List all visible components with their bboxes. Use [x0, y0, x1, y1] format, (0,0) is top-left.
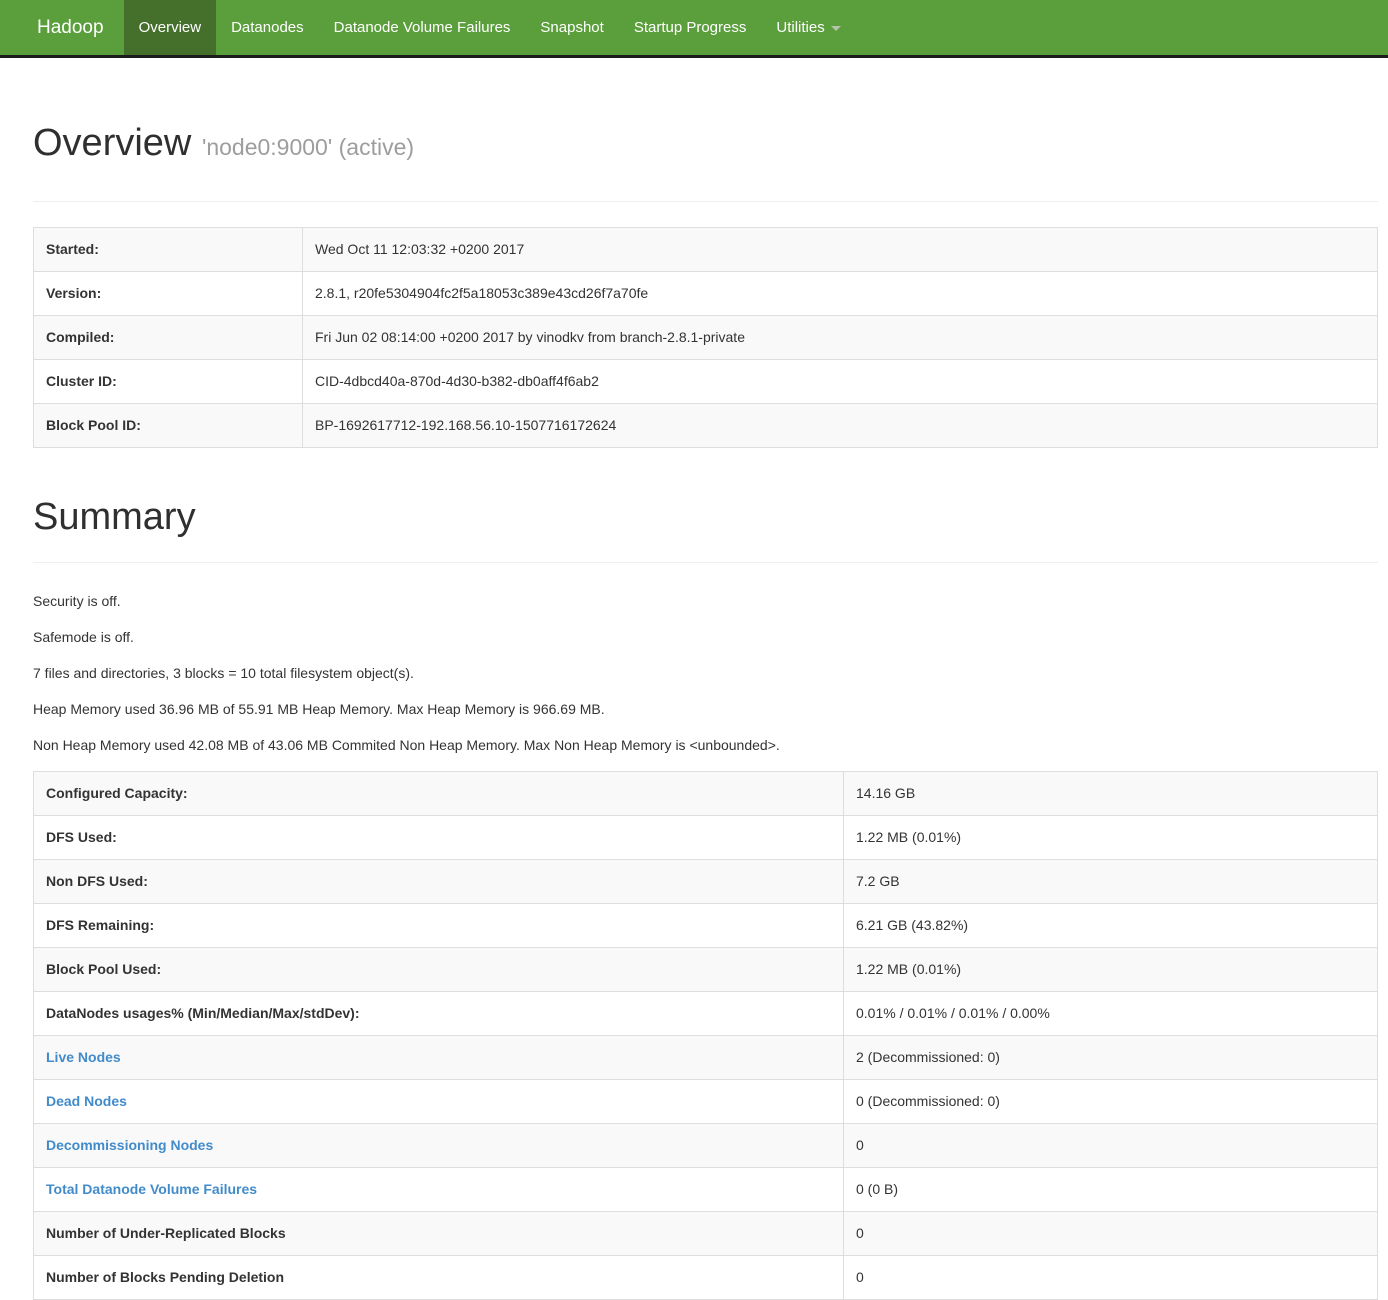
- row-label: DFS Remaining:: [34, 904, 844, 948]
- navbar-bottom-border: [0, 55, 1388, 58]
- table-row: Configured Capacity:14.16 GB: [34, 772, 1378, 816]
- row-label: Total Datanode Volume Failures: [34, 1168, 844, 1212]
- navbar-items: Overview Datanodes Datanode Volume Failure…: [124, 0, 856, 55]
- nav-item-label: Startup Progress: [634, 19, 747, 36]
- row-value: Fri Jun 02 08:14:00 +0200 2017 by vinodk…: [303, 316, 1378, 360]
- table-row: Version:2.8.1, r20fe5304904fc2f5a18053c3…: [34, 272, 1378, 316]
- row-value: 0: [844, 1124, 1378, 1168]
- summary-text: Security is off. Safemode is off. 7 files …: [33, 591, 1378, 755]
- row-label: Started:: [34, 228, 303, 272]
- nav-item-label: Datanodes: [231, 19, 304, 36]
- summary-paragraph: Heap Memory used 36.96 MB of 55.91 MB He…: [33, 699, 1378, 719]
- table-row: Cluster ID:CID-4dbcd40a-870d-4d30-b382-d…: [34, 360, 1378, 404]
- page-content: Overview 'node0:9000' (active) Started:W…: [0, 122, 1388, 1300]
- info-table: Started:Wed Oct 11 12:03:32 +0200 2017Ve…: [33, 227, 1378, 448]
- row-value: 2.8.1, r20fe5304904fc2f5a18053c389e43cd2…: [303, 272, 1378, 316]
- row-value: 0: [844, 1256, 1378, 1300]
- section-title-summary: Summary: [33, 496, 1378, 538]
- nav-item-startup-progress[interactable]: Startup Progress: [619, 0, 762, 55]
- row-label: Decommissioning Nodes: [34, 1124, 844, 1168]
- page-title: Overview 'node0:9000' (active): [33, 122, 1378, 168]
- table-row: Block Pool Used:1.22 MB (0.01%): [34, 948, 1378, 992]
- row-label: Block Pool ID:: [34, 404, 303, 448]
- nav-item-label: Snapshot: [540, 19, 603, 36]
- row-label: Dead Nodes: [34, 1080, 844, 1124]
- table-row: Total Datanode Volume Failures 0 (0 B): [34, 1168, 1378, 1212]
- row-value: BP-1692617712-192.168.56.10-150771617262…: [303, 404, 1378, 448]
- decommissioning-nodes-link[interactable]: Decommissioning Nodes: [46, 1137, 213, 1153]
- table-row: Non DFS Used:7.2 GB: [34, 860, 1378, 904]
- nav-item-datanode-volume-failures[interactable]: Datanode Volume Failures: [319, 0, 526, 55]
- table-row: Block Pool ID:BP-1692617712-192.168.56.1…: [34, 404, 1378, 448]
- row-value: 1.22 MB (0.01%): [844, 948, 1378, 992]
- row-value: 1.22 MB (0.01%): [844, 816, 1378, 860]
- row-label: Cluster ID:: [34, 360, 303, 404]
- row-value: Wed Oct 11 12:03:32 +0200 2017: [303, 228, 1378, 272]
- divider: [33, 562, 1378, 563]
- page-subtitle: 'node0:9000' (active): [202, 134, 414, 160]
- summary-paragraph: 7 files and directories, 3 blocks = 10 t…: [33, 663, 1378, 683]
- divider: [33, 201, 1378, 202]
- table-row: Compiled:Fri Jun 02 08:14:00 +0200 2017 …: [34, 316, 1378, 360]
- row-label: Number of Under-Replicated Blocks: [34, 1212, 844, 1256]
- row-label: Block Pool Used:: [34, 948, 844, 992]
- page-title-text: Overview: [33, 122, 191, 164]
- row-value: 6.21 GB (43.82%): [844, 904, 1378, 948]
- summary-paragraph: Non Heap Memory used 42.08 MB of 43.06 M…: [33, 735, 1378, 755]
- row-label: Non DFS Used:: [34, 860, 844, 904]
- dead-nodes-link[interactable]: Dead Nodes: [46, 1093, 127, 1109]
- nav-item-overview[interactable]: Overview: [124, 0, 217, 55]
- table-row: Number of Under-Replicated Blocks0: [34, 1212, 1378, 1256]
- table-row: Decommissioning Nodes 0: [34, 1124, 1378, 1168]
- table-row: Started:Wed Oct 11 12:03:32 +0200 2017: [34, 228, 1378, 272]
- row-label: Version:: [34, 272, 303, 316]
- nav-item-label: Datanode Volume Failures: [334, 19, 511, 36]
- nav-item-snapshot[interactable]: Snapshot: [525, 0, 618, 55]
- row-label: Compiled:: [34, 316, 303, 360]
- nav-item-label: Overview: [139, 19, 202, 36]
- live-nodes-link[interactable]: Live Nodes: [46, 1049, 121, 1065]
- total-datanode-volume-failures-link[interactable]: Total Datanode Volume Failures: [46, 1181, 257, 1197]
- table-row: Live Nodes 2 (Decommissioned: 0): [34, 1036, 1378, 1080]
- summary-paragraph: Safemode is off.: [33, 627, 1378, 647]
- row-value: 0 (Decommissioned: 0): [844, 1080, 1378, 1124]
- summary-paragraph: Security is off.: [33, 591, 1378, 611]
- table-row: Dead Nodes 0 (Decommissioned: 0): [34, 1080, 1378, 1124]
- row-label: DataNodes usages% (Min/Median/Max/stdDev…: [34, 992, 844, 1036]
- caret-down-icon: [831, 26, 841, 31]
- row-value: 0 (0 B): [844, 1168, 1378, 1212]
- table-row: DFS Used:1.22 MB (0.01%): [34, 816, 1378, 860]
- table-row: DFS Remaining:6.21 GB (43.82%): [34, 904, 1378, 948]
- row-value: 0: [844, 1212, 1378, 1256]
- row-value: 2 (Decommissioned: 0): [844, 1036, 1378, 1080]
- row-value: CID-4dbcd40a-870d-4d30-b382-db0aff4f6ab2: [303, 360, 1378, 404]
- row-value: 0.01% / 0.01% / 0.01% / 0.00%: [844, 992, 1378, 1036]
- row-label: DFS Used:: [34, 816, 844, 860]
- row-value: 7.2 GB: [844, 860, 1378, 904]
- row-label: Number of Blocks Pending Deletion: [34, 1256, 844, 1300]
- row-label: Configured Capacity:: [34, 772, 844, 816]
- nav-item-datanodes[interactable]: Datanodes: [216, 0, 319, 55]
- nav-item-label: Utilities: [776, 19, 824, 36]
- table-row: DataNodes usages% (Min/Median/Max/stdDev…: [34, 992, 1378, 1036]
- row-label: Live Nodes: [34, 1036, 844, 1080]
- navbar-brand[interactable]: Hadoop: [0, 0, 118, 55]
- table-row: Number of Blocks Pending Deletion0: [34, 1256, 1378, 1300]
- nav-item-utilities[interactable]: Utilities: [761, 0, 855, 55]
- navbar: Hadoop Overview Datanodes Datanode Volume …: [0, 0, 1388, 55]
- row-value: 14.16 GB: [844, 772, 1378, 816]
- summary-table: Configured Capacity:14.16 GBDFS Used:1.2…: [33, 771, 1378, 1300]
